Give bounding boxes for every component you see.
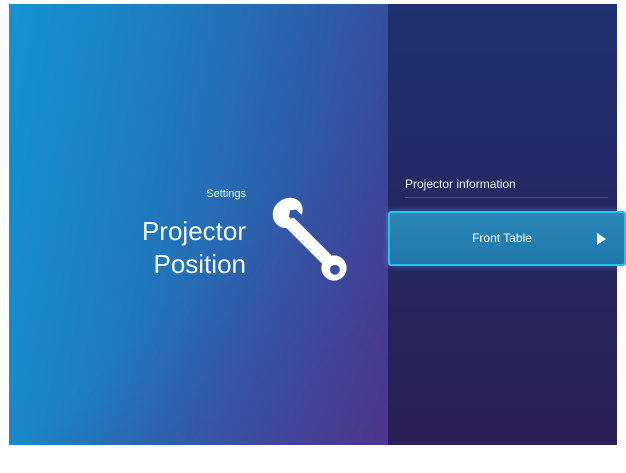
wrench-icon [272, 197, 347, 281]
settings-category-label: Settings [206, 188, 246, 200]
page-title: Projector Position [46, 215, 246, 281]
projector-position-option[interactable]: Front Table [388, 211, 626, 266]
option-label: Front Table [472, 231, 532, 245]
section-label-projector-information: Projector information [405, 177, 516, 191]
section-divider [405, 197, 608, 198]
play-arrow-icon[interactable] [597, 233, 606, 245]
page-title-line-1: Projector [141, 216, 246, 246]
page-title-line-2: Position [153, 249, 247, 279]
